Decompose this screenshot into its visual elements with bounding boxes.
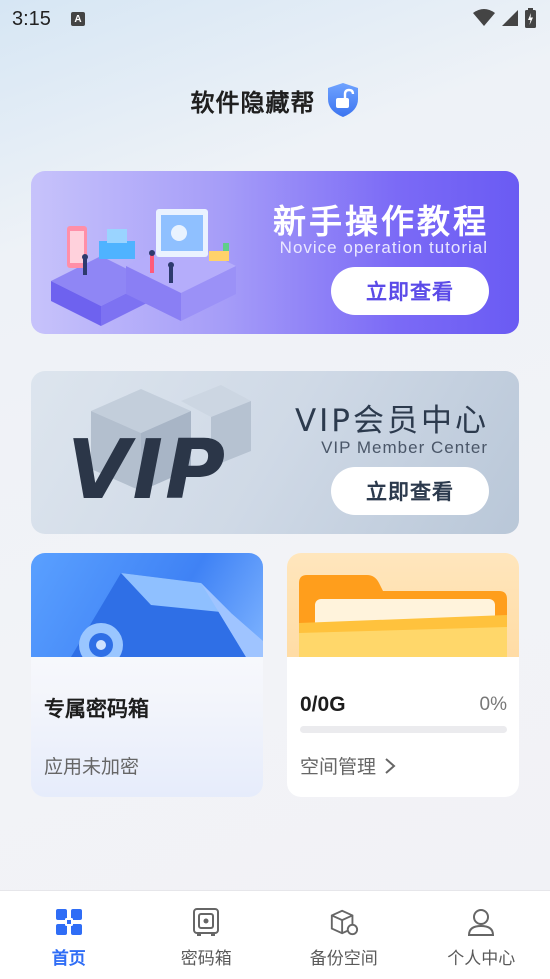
tab-home[interactable]: 首页	[0, 891, 138, 979]
space-management-label: 空间管理	[300, 756, 377, 778]
safe-icon	[191, 907, 221, 937]
tutorial-title: 新手操作教程	[273, 202, 489, 241]
password-safe-card[interactable]: 专属密码箱 应用未加密	[31, 553, 263, 797]
user-icon	[466, 907, 496, 937]
backup-space-card[interactable]: 0/0G 0% 空间管理	[287, 553, 519, 797]
tutorial-subtitle: Novice operation tutorial	[279, 238, 488, 257]
tab-profile-label: 个人中心	[447, 949, 516, 969]
tab-backup[interactable]: 备份空间	[275, 891, 413, 979]
tab-safe-label: 密码箱	[180, 949, 232, 969]
tab-backup-label: 备份空间	[309, 949, 378, 969]
folder-icon	[299, 575, 507, 657]
safe-card-title: 专属密码箱	[44, 697, 149, 721]
vip-logo: VIP	[67, 423, 228, 518]
cell-signal-icon	[502, 10, 518, 26]
tutorial-view-button[interactable]: 立即查看	[331, 267, 489, 315]
vip-view-button[interactable]: 立即查看	[331, 467, 489, 515]
chevron-right-icon	[385, 757, 396, 774]
vip-title: VIP会员中心	[294, 403, 489, 439]
tab-home-label: 首页	[51, 949, 86, 969]
storage-progress-bar	[300, 726, 507, 733]
app-title: 软件隐藏帮	[190, 88, 316, 117]
safe-card-status: 应用未加密	[44, 756, 140, 778]
shield-lock-icon	[327, 83, 358, 117]
isometric-workspace-illustration	[51, 209, 236, 326]
app-header: 软件隐藏帮	[0, 80, 550, 120]
space-management-link[interactable]: 空间管理	[300, 752, 396, 779]
storage-usage: 0/0G	[300, 693, 346, 716]
vip-subtitle: VIP Member Center	[321, 438, 488, 457]
space-card-header	[287, 553, 519, 657]
backup-box-icon	[329, 907, 359, 937]
accessibility-notification-icon: A	[70, 12, 85, 26]
battery-icon	[525, 8, 536, 28]
status-icons	[473, 8, 536, 28]
bottom-tab-bar: 首页 密码箱 备份空间 个人中心	[0, 890, 550, 979]
vip-banner[interactable]: VIP VIP会员中心 VIP Member Center 立即查看	[31, 371, 519, 534]
safe-card-header	[31, 553, 263, 667]
safe-box-icon	[71, 573, 263, 667]
home-grid-icon	[54, 907, 84, 937]
storage-percent: 0%	[479, 694, 507, 715]
tab-safe[interactable]: 密码箱	[138, 891, 276, 979]
wifi-icon	[473, 9, 495, 26]
status-time: 3:15	[12, 7, 51, 30]
tutorial-banner[interactable]: 新手操作教程 Novice operation tutorial 立即查看	[31, 171, 519, 334]
tab-profile[interactable]: 个人中心	[413, 891, 550, 979]
status-bar: 3:15 A	[0, 0, 550, 38]
